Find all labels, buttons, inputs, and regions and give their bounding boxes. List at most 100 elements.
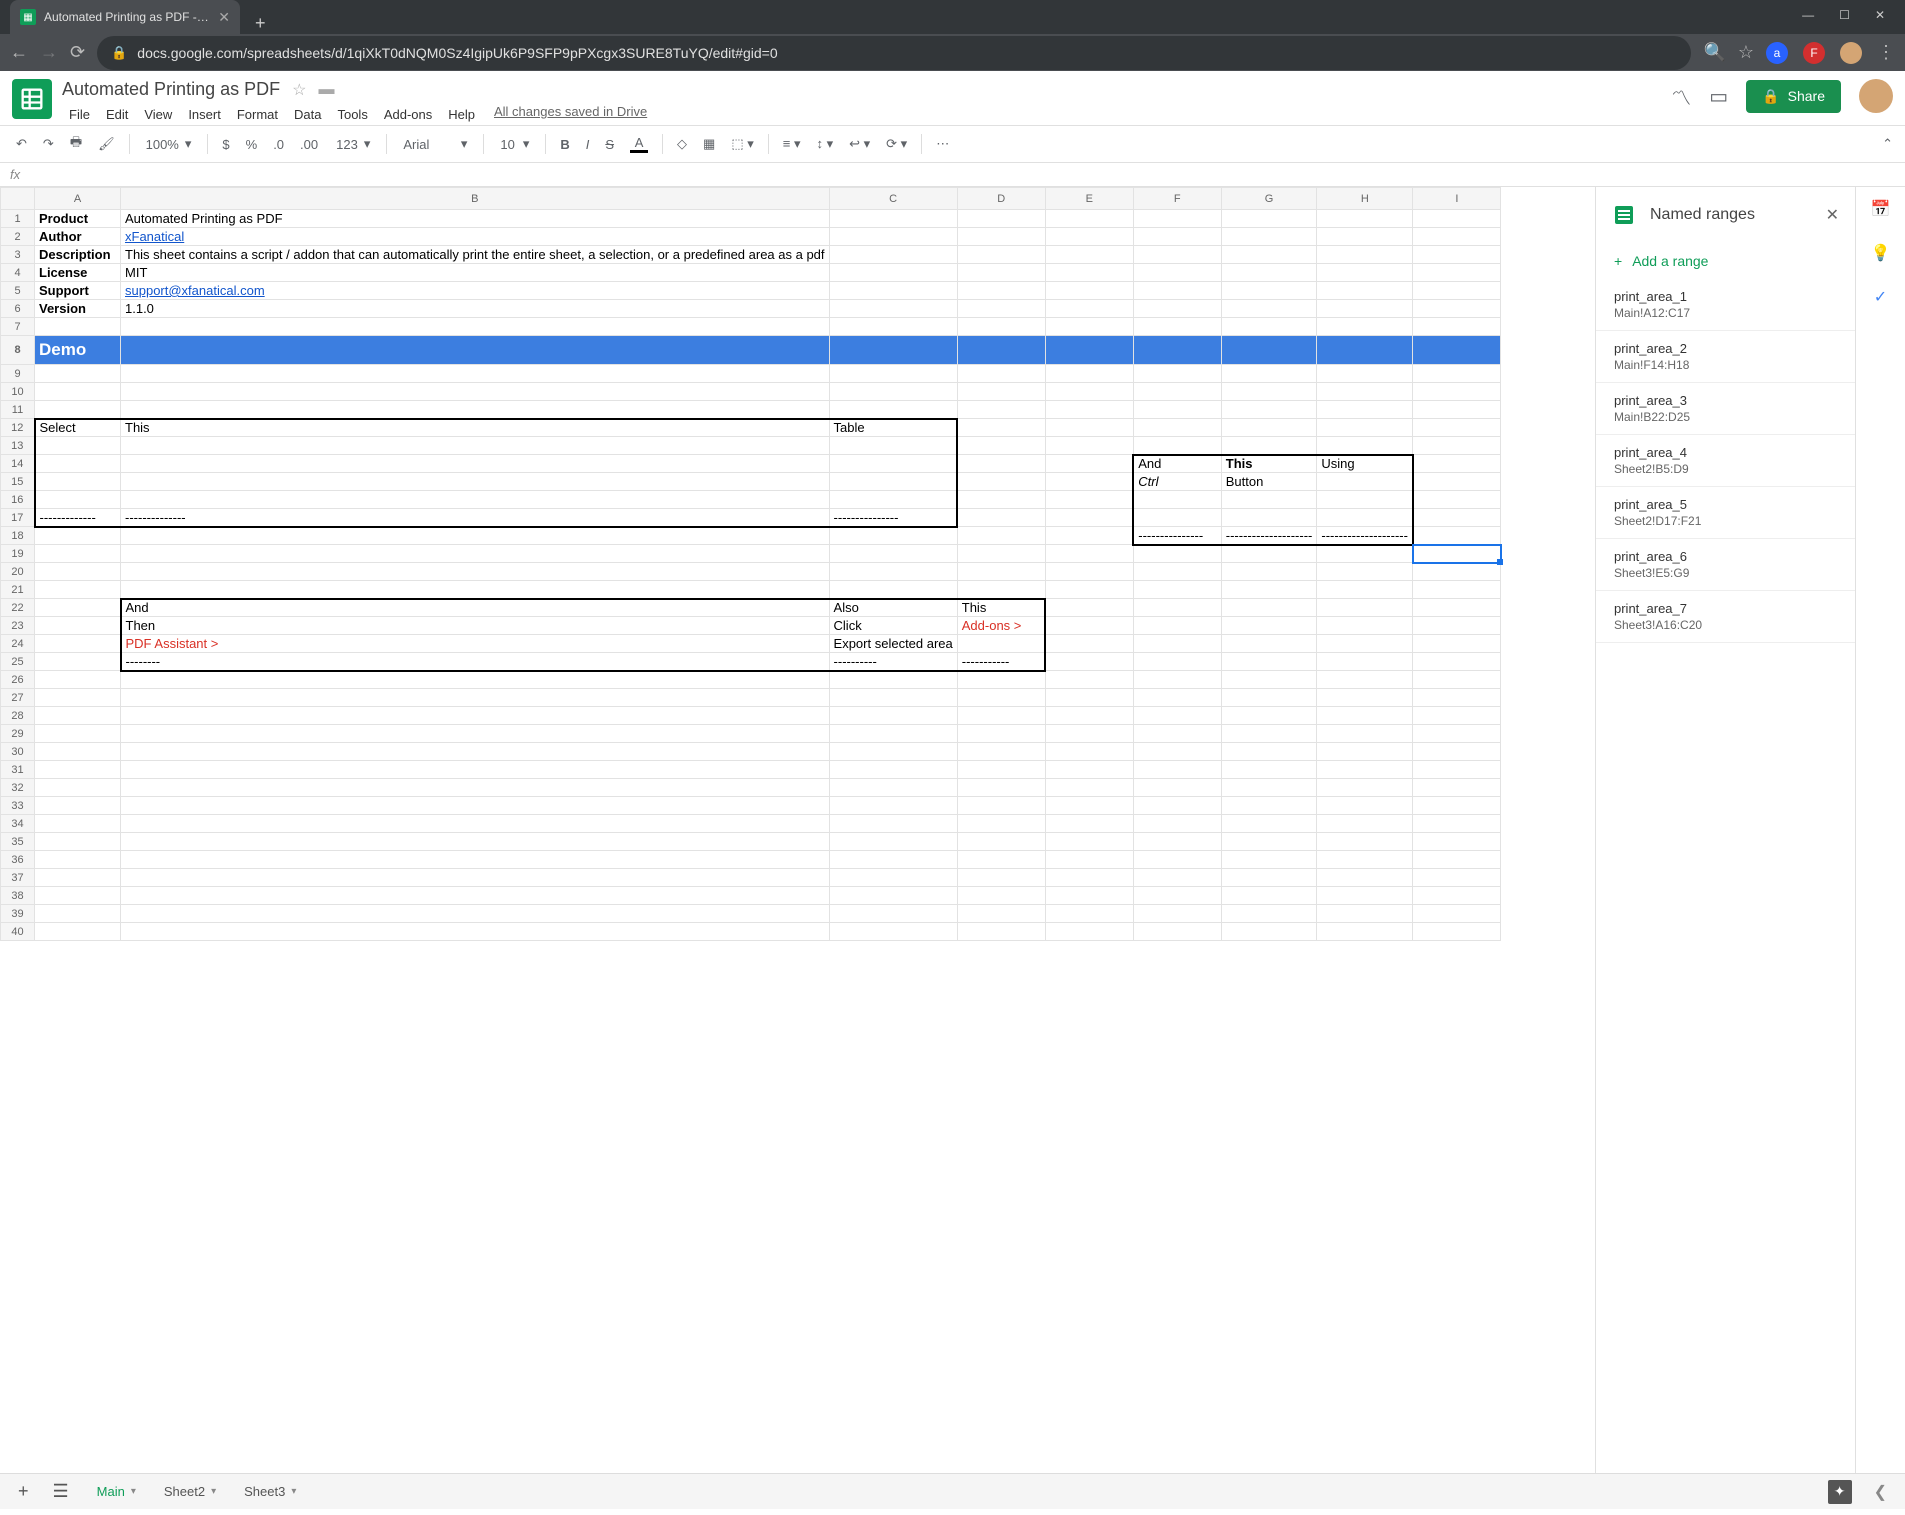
cell-H32[interactable] xyxy=(1317,779,1413,797)
formula-bar[interactable]: fx xyxy=(0,163,1905,187)
cell-H40[interactable] xyxy=(1317,923,1413,941)
cell-H24[interactable] xyxy=(1317,635,1413,653)
cell-G33[interactable] xyxy=(1221,797,1317,815)
named-range-item[interactable]: print_area_6Sheet3!E5:G9 xyxy=(1596,539,1855,591)
cell-F6[interactable] xyxy=(1133,300,1221,318)
cell-A8[interactable]: Demo xyxy=(35,336,121,365)
star-icon[interactable]: ☆ xyxy=(1738,42,1754,63)
cell-E24[interactable] xyxy=(1045,635,1133,653)
cell-G2[interactable] xyxy=(1221,228,1317,246)
cell-A4[interactable]: License xyxy=(35,264,121,282)
cell-E38[interactable] xyxy=(1045,887,1133,905)
cell-C2[interactable] xyxy=(829,228,957,246)
cell-B17[interactable]: -------------- xyxy=(121,509,830,527)
cell-F21[interactable] xyxy=(1133,581,1221,599)
cell-H35[interactable] xyxy=(1317,833,1413,851)
cell-I7[interactable] xyxy=(1413,318,1501,336)
cell-G29[interactable] xyxy=(1221,725,1317,743)
chevron-down-icon[interactable]: ▾ xyxy=(291,1486,296,1497)
cell-D20[interactable] xyxy=(957,563,1045,581)
cell-C35[interactable] xyxy=(829,833,957,851)
cell-D24[interactable] xyxy=(957,635,1045,653)
sheet-area[interactable]: ABCDEFGHI1ProductAutomated Printing as P… xyxy=(0,187,1595,1473)
cell-C17[interactable]: --------------- xyxy=(829,509,957,527)
cell-F2[interactable] xyxy=(1133,228,1221,246)
cell-D39[interactable] xyxy=(957,905,1045,923)
cell-E19[interactable] xyxy=(1045,545,1133,563)
cell-E2[interactable] xyxy=(1045,228,1133,246)
cell-B33[interactable] xyxy=(121,797,830,815)
cell-F33[interactable] xyxy=(1133,797,1221,815)
cell-G37[interactable] xyxy=(1221,869,1317,887)
cell-C20[interactable] xyxy=(829,563,957,581)
cell-A35[interactable] xyxy=(35,833,121,851)
cell-E37[interactable] xyxy=(1045,869,1133,887)
cell-E17[interactable] xyxy=(1045,509,1133,527)
cell-A1[interactable]: Product xyxy=(35,210,121,228)
cell-F1[interactable] xyxy=(1133,210,1221,228)
named-range-item[interactable]: print_area_2Main!F14:H18 xyxy=(1596,331,1855,383)
cell-B15[interactable] xyxy=(121,473,830,491)
cell-D19[interactable] xyxy=(957,545,1045,563)
cell-B29[interactable] xyxy=(121,725,830,743)
cell-G3[interactable] xyxy=(1221,246,1317,264)
cell-A18[interactable] xyxy=(35,527,121,545)
cell-D32[interactable] xyxy=(957,779,1045,797)
cell-H5[interactable] xyxy=(1317,282,1413,300)
cell-I10[interactable] xyxy=(1413,383,1501,401)
cell-H7[interactable] xyxy=(1317,318,1413,336)
cell-I15[interactable] xyxy=(1413,473,1501,491)
cell-C15[interactable] xyxy=(829,473,957,491)
cell-B16[interactable] xyxy=(121,491,830,509)
cell-G18[interactable]: -------------------- xyxy=(1221,527,1317,545)
close-tab-icon[interactable]: ✕ xyxy=(218,9,230,26)
cell-E21[interactable] xyxy=(1045,581,1133,599)
cell-H14[interactable]: Using xyxy=(1317,455,1413,473)
percent-icon[interactable]: % xyxy=(240,133,264,156)
cell-H13[interactable] xyxy=(1317,437,1413,455)
cell-B2[interactable]: xFanatical xyxy=(121,228,830,246)
cell-D5[interactable] xyxy=(957,282,1045,300)
horizontal-align-icon[interactable]: ≡ ▾ xyxy=(777,132,807,156)
cell-D21[interactable] xyxy=(957,581,1045,599)
cell-H37[interactable] xyxy=(1317,869,1413,887)
cell-B21[interactable] xyxy=(121,581,830,599)
cell-I17[interactable] xyxy=(1413,509,1501,527)
cell-C10[interactable] xyxy=(829,383,957,401)
cell-I28[interactable] xyxy=(1413,707,1501,725)
cell-E16[interactable] xyxy=(1045,491,1133,509)
spreadsheet-grid[interactable]: ABCDEFGHI1ProductAutomated Printing as P… xyxy=(0,187,1501,941)
cell-G14[interactable]: This xyxy=(1221,455,1317,473)
cell-H12[interactable] xyxy=(1317,419,1413,437)
cell-E4[interactable] xyxy=(1045,264,1133,282)
cell-H18[interactable]: -------------------- xyxy=(1317,527,1413,545)
cell-C33[interactable] xyxy=(829,797,957,815)
cell-A14[interactable] xyxy=(35,455,121,473)
cell-C12[interactable]: Table xyxy=(829,419,957,437)
cell-E9[interactable] xyxy=(1045,365,1133,383)
cell-E36[interactable] xyxy=(1045,851,1133,869)
named-range-item[interactable]: print_area_1Main!A12:C17 xyxy=(1596,279,1855,331)
cell-I9[interactable] xyxy=(1413,365,1501,383)
named-range-item[interactable]: print_area_4Sheet2!B5:D9 xyxy=(1596,435,1855,487)
cell-I16[interactable] xyxy=(1413,491,1501,509)
menu-file[interactable]: File xyxy=(62,104,97,125)
cell-D6[interactable] xyxy=(957,300,1045,318)
cell-C14[interactable] xyxy=(829,455,957,473)
cell-A36[interactable] xyxy=(35,851,121,869)
cell-C25[interactable]: ---------- xyxy=(829,653,957,671)
cell-F34[interactable] xyxy=(1133,815,1221,833)
cell-E5[interactable] xyxy=(1045,282,1133,300)
cell-A21[interactable] xyxy=(35,581,121,599)
cell-G16[interactable] xyxy=(1221,491,1317,509)
cell-I12[interactable] xyxy=(1413,419,1501,437)
cell-E6[interactable] xyxy=(1045,300,1133,318)
menu-tools[interactable]: Tools xyxy=(330,104,374,125)
cell-F32[interactable] xyxy=(1133,779,1221,797)
cell-G21[interactable] xyxy=(1221,581,1317,599)
cell-D13[interactable] xyxy=(957,437,1045,455)
cell-H2[interactable] xyxy=(1317,228,1413,246)
cell-H21[interactable] xyxy=(1317,581,1413,599)
named-range-item[interactable]: print_area_7Sheet3!A16:C20 xyxy=(1596,591,1855,643)
cell-E13[interactable] xyxy=(1045,437,1133,455)
